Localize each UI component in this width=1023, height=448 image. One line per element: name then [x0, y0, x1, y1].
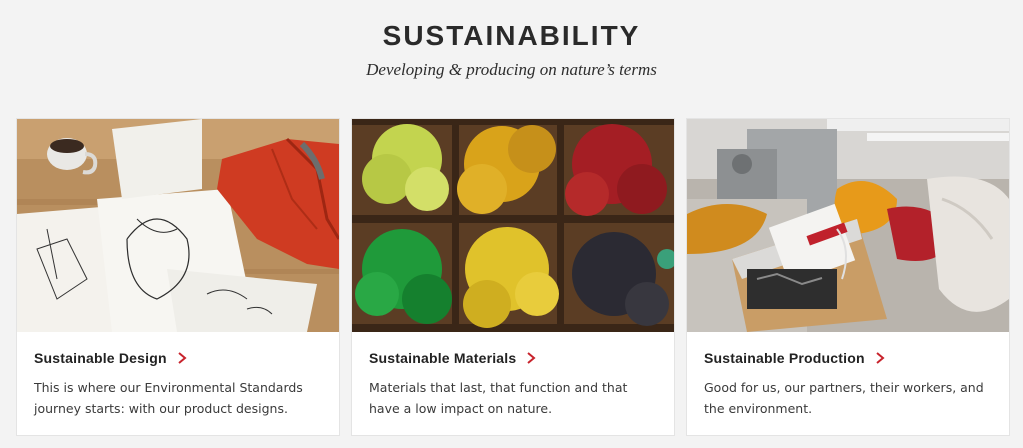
- card-description: Materials that last, that function and t…: [369, 380, 628, 416]
- card-sustainable-design[interactable]: Sustainable Design This is where our Env…: [17, 119, 339, 435]
- design-sketches-image: [17, 119, 339, 332]
- card-sustainable-production[interactable]: Sustainable Production Good for us, our …: [687, 119, 1009, 435]
- card-description: Good for us, our partners, their workers…: [704, 380, 984, 416]
- card-sustainable-materials[interactable]: Sustainable Materials Materials that las…: [352, 119, 674, 435]
- card-link-production[interactable]: Sustainable Production: [704, 348, 885, 368]
- card-grid: Sustainable Design This is where our Env…: [17, 119, 1009, 435]
- chevron-right-icon[interactable]: [177, 352, 187, 364]
- chevron-right-icon[interactable]: [875, 352, 885, 364]
- wool-materials-image: [352, 119, 674, 332]
- card-image-design[interactable]: [17, 119, 339, 332]
- production-factory-image: [687, 119, 1009, 332]
- card-image-production[interactable]: [687, 119, 1009, 332]
- card-title[interactable]: Sustainable Materials: [369, 350, 516, 366]
- card-title[interactable]: Sustainable Design: [34, 350, 167, 366]
- section-title: SUSTAINABILITY: [382, 20, 641, 51]
- card-description: This is where our Environmental Standard…: [34, 380, 303, 416]
- section-subtitle: Developing & producing on nature’s terms: [366, 60, 657, 79]
- card-link-materials[interactable]: Sustainable Materials: [369, 348, 536, 368]
- chevron-right-icon[interactable]: [526, 352, 536, 364]
- card-image-materials[interactable]: [352, 119, 674, 332]
- card-title[interactable]: Sustainable Production: [704, 350, 865, 366]
- card-link-design[interactable]: Sustainable Design: [34, 348, 187, 368]
